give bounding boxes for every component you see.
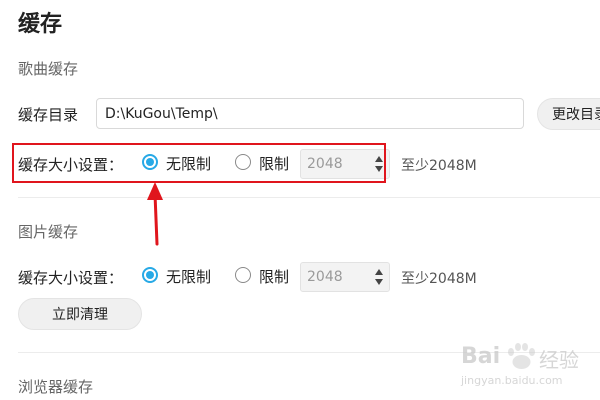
cache-dir-input[interactable] [96, 98, 524, 129]
image-unlimited-radio[interactable] [142, 267, 158, 283]
image-unlimited-label[interactable]: 无限制 [166, 266, 211, 287]
image-cache-size-label: 缓存大小设置： [18, 269, 124, 287]
change-dir-button[interactable]: 更改目录 [537, 98, 600, 130]
spin-arrows-icon[interactable] [374, 267, 384, 287]
divider [18, 197, 600, 198]
image-cache-section-title: 图片缓存 [18, 223, 79, 241]
image-limit-hint: 至少2048M [401, 271, 477, 287]
page-title: 缓存 [18, 12, 63, 37]
highlight-box [12, 143, 386, 183]
annotation-arrow-icon [147, 182, 163, 246]
image-limit-label[interactable]: 限制 [259, 266, 289, 287]
watermark-cn-text: 经验 [539, 348, 579, 372]
cache-dir-label: 缓存目录 [18, 106, 79, 124]
song-cache-section-title: 歌曲缓存 [18, 60, 79, 78]
image-limit-value: 2048 [307, 269, 343, 285]
cache-settings-page: 缓存 歌曲缓存 缓存目录 更改目录 缓存大小设置： 无限制 限制 2048 至少… [0, 0, 600, 400]
image-limit-spinbox[interactable]: 2048 [300, 262, 390, 292]
image-limit-radio[interactable] [235, 267, 251, 283]
browser-cache-section-title: 浏览器缓存 [18, 378, 94, 396]
clear-now-button[interactable]: 立即清理 [18, 298, 142, 330]
watermark-logo-text: Bai [461, 344, 501, 369]
baidu-jingyan-watermark: Bai 经验 jingyan.baidu.com [455, 330, 595, 394]
song-limit-hint: 至少2048M [401, 158, 477, 174]
watermark-url-text: jingyan.baidu.com [461, 374, 563, 387]
